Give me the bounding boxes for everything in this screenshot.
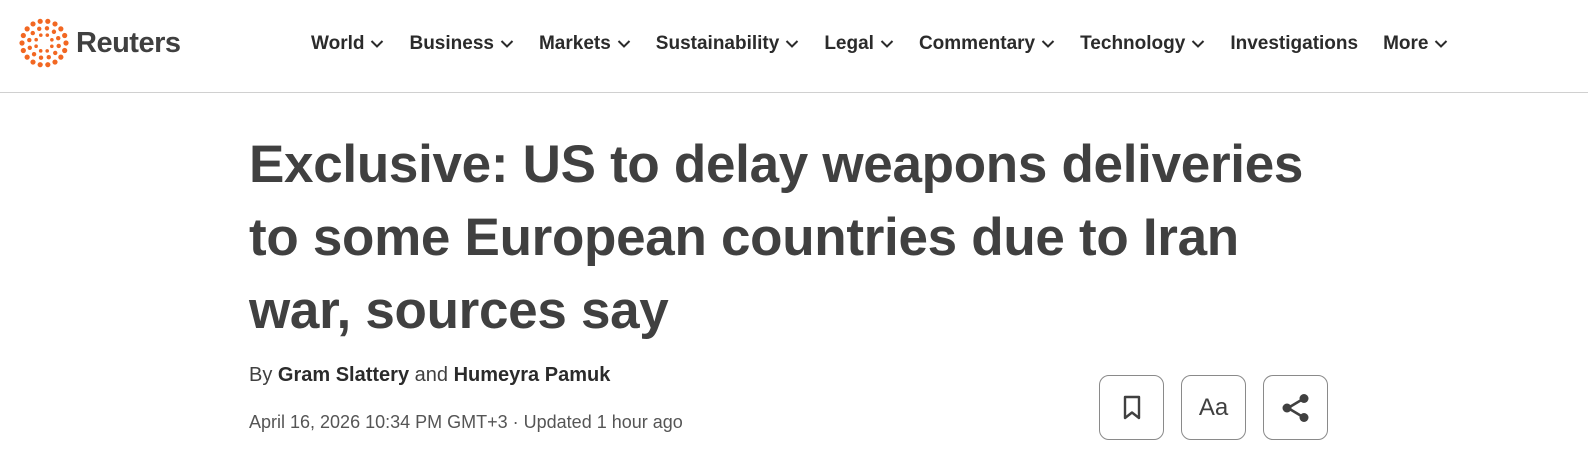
nav-item-investigations[interactable]: Investigations	[1230, 33, 1358, 55]
chevron-down-icon	[880, 40, 894, 48]
logo-dot	[30, 59, 36, 65]
nav-item-markets[interactable]: Markets	[539, 33, 631, 55]
logo-dot	[58, 54, 64, 60]
logo-dot	[24, 26, 30, 32]
logo-dot	[58, 26, 64, 32]
logo-dot	[45, 18, 51, 24]
nav-item-label: Sustainability	[655, 33, 780, 54]
logo-dot	[52, 59, 58, 65]
logo-dot	[56, 36, 61, 41]
logo-dot	[27, 45, 32, 50]
logo-dot	[37, 62, 43, 68]
logo-dot	[38, 49, 43, 53]
reuters-logo[interactable]: Reuters	[18, 17, 181, 69]
logo-dot	[38, 55, 44, 60]
logo-dot	[52, 21, 58, 27]
headline-line: war, sources say	[249, 281, 669, 340]
logo-dot	[39, 33, 43, 37]
logo-dot	[53, 50, 58, 56]
nav-item-label: Legal	[824, 33, 874, 54]
logo-dot	[34, 44, 38, 48]
author-link-humeyra-pamuk[interactable]: Humeyra Pamuk	[454, 364, 611, 386]
logo-dot	[62, 47, 68, 54]
nav-item-legal[interactable]: Legal	[824, 33, 894, 55]
nav-item-business[interactable]: Business	[409, 33, 514, 55]
byline: By Gram Slattery and Humeyra Pamuk	[249, 364, 610, 387]
logo-dot	[30, 30, 35, 36]
share-button[interactable]	[1263, 375, 1328, 440]
author-link-gram-slattery[interactable]: Gram Slattery	[278, 364, 409, 386]
bookmark-icon	[1123, 395, 1140, 419]
chevron-down-icon	[617, 40, 631, 48]
byline-conjunction: and	[414, 364, 449, 386]
nav-item-label: World	[311, 33, 365, 54]
reuters-logo-icon	[19, 18, 69, 68]
logo-dot	[46, 55, 51, 60]
logo-dot	[56, 43, 61, 49]
logo-dot	[20, 32, 26, 39]
logo-dot	[51, 29, 57, 34]
logo-dot	[31, 52, 37, 57]
logo-dot	[45, 62, 51, 68]
font-size-button[interactable]: Aa	[1181, 375, 1246, 440]
logo-dot	[19, 40, 25, 46]
headline-line: Exclusive: US to delay weapons deliverie…	[249, 135, 1304, 194]
dateline: April 16, 2026 10:34 PM GMT+3 · Updated …	[249, 412, 683, 433]
article-header: Exclusive: US to delay weapons deliverie…	[249, 128, 1349, 347]
chevron-down-icon	[1041, 40, 1055, 48]
chevron-down-icon	[786, 40, 799, 48]
nav-item-commentary[interactable]: Commentary	[919, 33, 1055, 55]
chevron-down-icon	[500, 40, 514, 48]
logo-dot	[20, 47, 26, 54]
byline-prefix: By	[249, 364, 273, 386]
logo-dot	[37, 26, 42, 31]
nav-item-label: Commentary	[918, 33, 1036, 54]
logo-dot	[45, 33, 50, 37]
share-icon	[1282, 393, 1308, 422]
logo-dot	[24, 54, 30, 60]
logo-dot	[34, 37, 38, 42]
brand-name: Reuters	[76, 26, 181, 59]
logo-dot	[50, 38, 54, 42]
logo-dot	[62, 32, 68, 39]
nav-item-more[interactable]: More	[1383, 33, 1448, 55]
chevron-down-icon	[371, 40, 384, 48]
chevron-down-icon	[1192, 40, 1205, 48]
nav-item-label: More	[1383, 33, 1429, 54]
publish-date: April 16, 2026 10:34 PM GMT+3	[249, 412, 508, 432]
logo-dot	[45, 49, 49, 53]
nav-item-label: Investigations	[1230, 33, 1359, 54]
article-headline: Exclusive: US to delay weapons deliverie…	[249, 128, 1349, 347]
nav-item-label: Technology	[1080, 33, 1186, 54]
article-tools: Aa	[1099, 375, 1328, 440]
nav-item-label: Business	[409, 33, 494, 54]
logo-dot	[63, 40, 69, 46]
logo-dot	[44, 26, 50, 31]
logo-dot	[50, 44, 54, 49]
nav-item-label: Markets	[538, 33, 611, 54]
updated-time: · Updated 1 hour ago	[512, 412, 683, 432]
logo-dot	[27, 37, 32, 43]
main-nav: World Business Markets Sustainability Le…	[311, 31, 1448, 57]
logo-dot	[37, 18, 43, 24]
nav-item-sustainability[interactable]: Sustainability	[656, 33, 800, 55]
headline-line: to some European countries due to Iran	[249, 208, 1239, 267]
chevron-down-icon	[1435, 40, 1448, 48]
logo-dot	[30, 21, 36, 27]
font-size-label: Aa	[1198, 393, 1229, 421]
nav-item-world[interactable]: World	[311, 33, 384, 55]
site-header: Reuters World Business Markets Sustainab…	[0, 0, 1588, 93]
nav-item-technology[interactable]: Technology	[1080, 33, 1205, 55]
bookmark-button[interactable]	[1099, 375, 1164, 440]
